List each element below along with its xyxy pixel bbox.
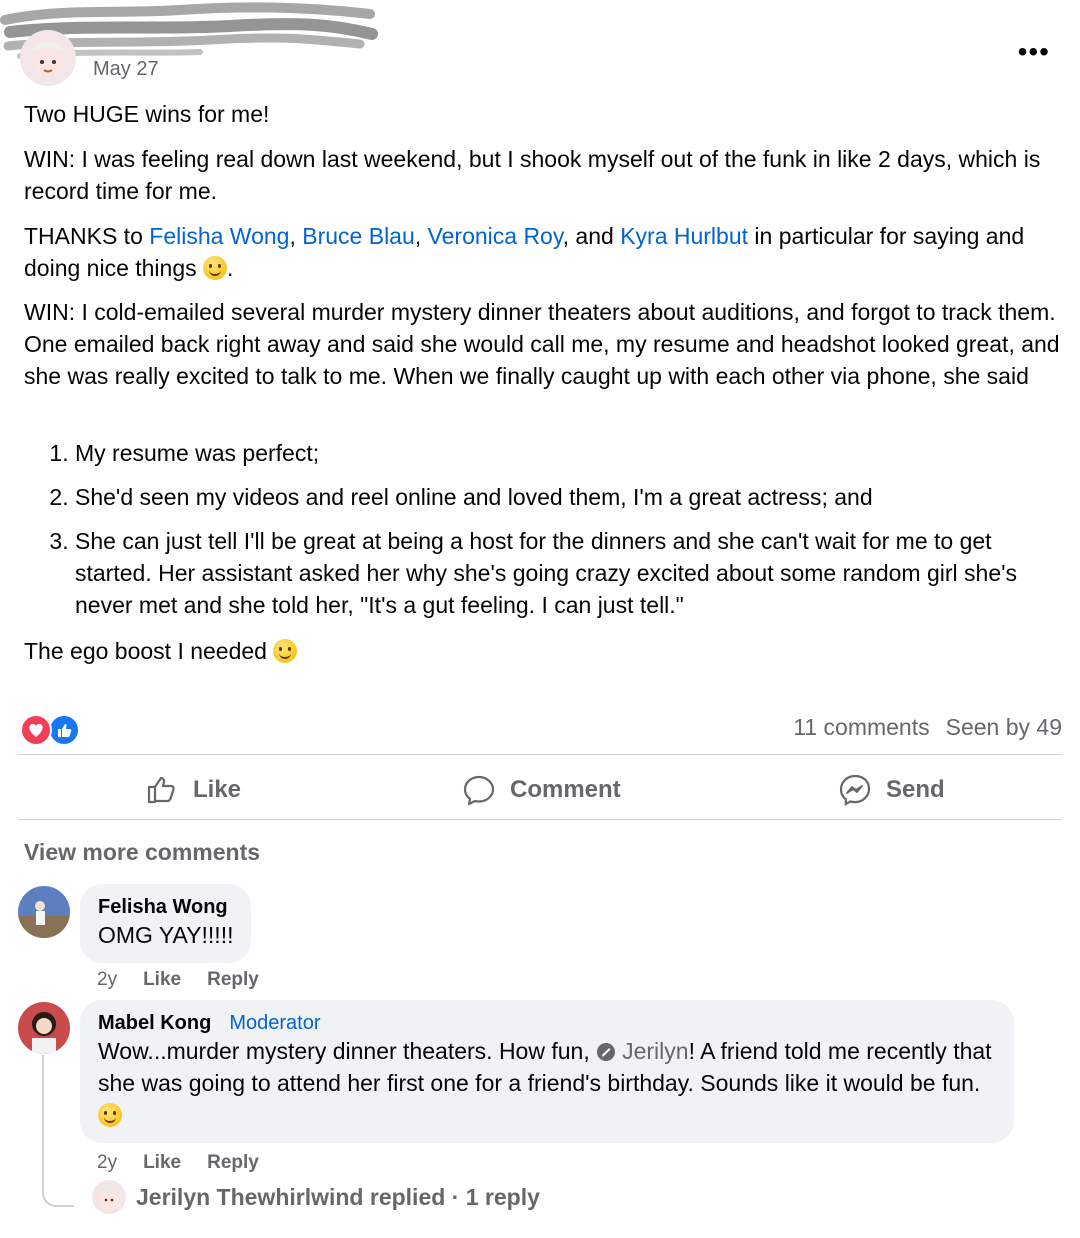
commenter-avatar[interactable] <box>18 886 70 938</box>
smile-emoji-icon <box>98 1103 122 1127</box>
comment-time[interactable]: 2y <box>97 969 117 991</box>
mention-felisha-wong[interactable]: Felisha Wong <box>149 223 289 249</box>
like-reaction-icon[interactable] <box>48 714 80 746</box>
post-win-2: WIN: I cold-emailed several murder myste… <box>24 299 1060 389</box>
smile-emoji-icon <box>203 256 228 280</box>
post-author-avatar[interactable] <box>20 30 76 86</box>
replier-avatar <box>92 1180 126 1214</box>
post-date[interactable]: May 27 <box>93 58 159 81</box>
comment-text: Wow...murder mystery dinner theaters. Ho… <box>98 1035 996 1131</box>
divider <box>18 819 1062 820</box>
thumbs-up-icon <box>147 776 175 804</box>
comment-meta: 2y Like Reply <box>97 1152 259 1174</box>
comment-button[interactable]: Comment <box>462 770 621 810</box>
commenter-avatar[interactable] <box>18 1002 70 1054</box>
comment-bubble: Mabel Kong Moderator Wow...murder mystery… <box>80 1000 1014 1143</box>
mention-kyra-hurlbut[interactable]: Kyra Hurlbut <box>620 223 748 249</box>
post-closing: The ego boost I needed <box>24 635 1060 667</box>
comments-count[interactable]: 11 comments <box>793 714 929 740</box>
love-reaction-icon[interactable] <box>20 714 52 746</box>
comment-text: OMG YAY!!!!! <box>98 922 234 948</box>
comment-time[interactable]: 2y <box>97 1152 117 1174</box>
mention-bruce-blau[interactable]: Bruce Blau <box>302 223 415 249</box>
divider <box>18 754 1062 755</box>
more-options-icon[interactable]: ••• <box>1018 36 1050 68</box>
post-headline: Two HUGE wins for me! <box>24 101 270 127</box>
reply-thread-line <box>42 1055 74 1207</box>
send-button[interactable]: Send <box>838 770 945 810</box>
comment-like-button[interactable]: Like <box>143 1152 181 1174</box>
comment-reply-button[interactable]: Reply <box>207 969 259 991</box>
view-more-comments-link[interactable]: View more comments <box>24 839 260 866</box>
view-replies-link[interactable]: Jerilyn Thewhirlwind replied · 1 reply <box>92 1180 540 1214</box>
mention-veronica-roy[interactable]: Veronica Roy <box>428 223 563 249</box>
post-stats: 11 comments Seen by 49 <box>777 714 1062 741</box>
seen-by-count[interactable]: Seen by 49 <box>946 714 1062 740</box>
comment-like-button[interactable]: Like <box>143 969 181 991</box>
commenter-name-row: Mabel Kong Moderator <box>98 1012 996 1035</box>
commenter-name[interactable]: Mabel Kong <box>98 1012 211 1034</box>
mention-jerilyn[interactable]: Jerilyn <box>596 1038 689 1064</box>
profile-badge-icon <box>597 1043 616 1061</box>
list-item: My resume was perfect; <box>75 437 1060 469</box>
like-button[interactable]: Like <box>145 770 241 810</box>
commenter-name[interactable]: Felisha Wong <box>98 896 233 919</box>
post-win-1: WIN: I was feeling real down last weeken… <box>24 146 1041 204</box>
moderator-badge: Moderator <box>229 1012 321 1034</box>
post-thanks: THANKS to Felisha Wong, Bruce Blau, Vero… <box>24 223 1025 281</box>
list-item: She'd seen my videos and reel online and… <box>75 481 1060 513</box>
comment-reply-button[interactable]: Reply <box>207 1152 259 1174</box>
comment-bubble: Felisha Wong OMG YAY!!!!! <box>80 884 252 963</box>
post-list: My resume was perfect; She'd seen my vid… <box>24 437 1060 633</box>
comment-bubble-icon <box>463 775 495 806</box>
list-item: She can just tell I'll be great at being… <box>75 525 1060 621</box>
smile-emoji-icon <box>273 639 298 663</box>
messenger-icon <box>839 774 871 806</box>
comment-meta: 2y Like Reply <box>97 969 259 991</box>
